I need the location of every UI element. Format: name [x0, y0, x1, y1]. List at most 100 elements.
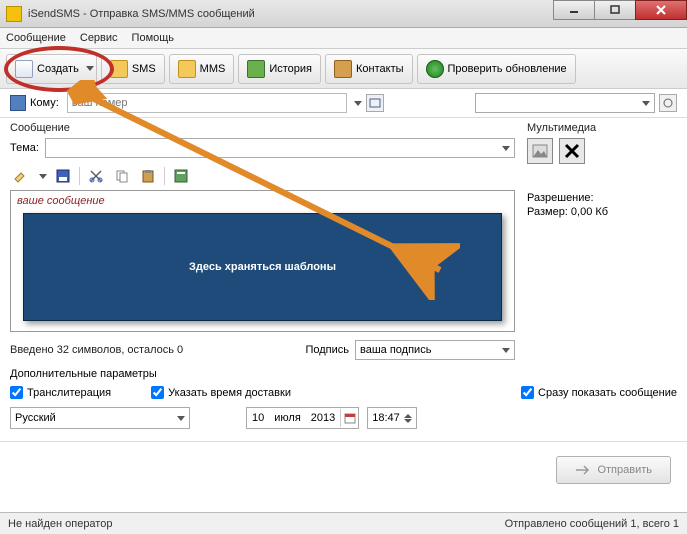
- translit-input[interactable]: [10, 386, 23, 399]
- maximize-button[interactable]: [594, 0, 636, 20]
- status-left: Не найден оператор: [8, 518, 112, 530]
- time-value: 18:47: [372, 412, 400, 424]
- close-button[interactable]: [635, 0, 687, 20]
- chevron-down-icon[interactable]: [354, 101, 362, 106]
- add-recipient-button[interactable]: [366, 94, 384, 112]
- new-icon: [15, 60, 33, 78]
- template-button[interactable]: [171, 166, 191, 186]
- menu-message[interactable]: Сообщение: [6, 32, 66, 44]
- chevron-down-icon: [177, 416, 185, 421]
- translit-label: Транслитерация: [27, 387, 111, 399]
- size-label: Размер: 0,00 Кб: [527, 206, 677, 218]
- calendar-icon[interactable]: [340, 409, 358, 427]
- signature-label: Подпись: [305, 344, 349, 356]
- recipient-row: Кому:: [0, 89, 687, 118]
- signature-value: ваша подпись: [360, 344, 431, 356]
- theme-combo[interactable]: [45, 138, 515, 158]
- send-button[interactable]: Отправить: [556, 456, 671, 484]
- date-picker[interactable]: 10 июля 2013: [246, 407, 359, 429]
- date-year: 2013: [306, 412, 340, 424]
- callout-text: Здесь храняться шаблоны: [189, 261, 336, 273]
- save-button[interactable]: [53, 166, 73, 186]
- language-value: Русский: [15, 412, 56, 424]
- titlebar: iSendSMS - Отправка SMS/MMS сообщений: [0, 0, 687, 28]
- delivery-time-input[interactable]: [151, 386, 164, 399]
- menu-help[interactable]: Помощь: [132, 32, 175, 44]
- create-button[interactable]: Создать: [6, 54, 97, 84]
- copy-button[interactable]: [112, 166, 132, 186]
- multimedia-section-label: Мультимедиа: [527, 122, 677, 134]
- contacts-label: Контакты: [356, 63, 404, 75]
- date-day: 10: [247, 412, 269, 424]
- check-update-button[interactable]: Проверить обновление: [417, 54, 576, 84]
- show-now-label: Сразу показать сообщение: [538, 387, 677, 399]
- eraser-icon: [13, 169, 27, 183]
- sms-icon: [110, 60, 128, 78]
- copy-icon: [115, 169, 129, 183]
- delivery-time-label: Указать время доставки: [168, 387, 291, 399]
- time-picker[interactable]: 18:47: [367, 407, 417, 429]
- recipient-label: Кому:: [30, 97, 59, 109]
- send-label: Отправить: [597, 464, 652, 476]
- undo-button[interactable]: [10, 166, 30, 186]
- paste-icon: [141, 169, 155, 183]
- recipient-icon: [10, 95, 26, 111]
- translit-checkbox[interactable]: Транслитерация: [10, 386, 111, 399]
- show-now-checkbox[interactable]: Сразу показать сообщение: [521, 386, 677, 399]
- scissors-icon: [89, 169, 103, 183]
- theme-label: Тема:: [10, 142, 39, 154]
- create-label: Создать: [37, 63, 79, 75]
- status-right: Отправлено сообщений 1, всего 1: [505, 518, 679, 530]
- app-icon: [6, 6, 22, 22]
- date-month: июля: [269, 412, 306, 424]
- time-spinner[interactable]: [404, 414, 412, 423]
- contacts-button[interactable]: Контакты: [325, 54, 413, 84]
- chevron-down-icon: [642, 101, 650, 106]
- chevron-down-icon[interactable]: [39, 174, 47, 179]
- gear-icon: [662, 97, 674, 109]
- signature-select[interactable]: ваша подпись: [355, 340, 515, 360]
- resolution-label: Разрешение:: [527, 192, 677, 204]
- toolbar: Создать SMS MMS История Контакты Провери…: [0, 49, 687, 89]
- mms-icon: [178, 60, 196, 78]
- update-icon: [426, 60, 444, 78]
- template-icon: [174, 169, 188, 183]
- mms-button[interactable]: MMS: [169, 54, 235, 84]
- sms-button[interactable]: SMS: [101, 54, 165, 84]
- callout-overlay: Здесь храняться шаблоны: [23, 213, 502, 321]
- chevron-down-icon: [502, 146, 510, 151]
- media-info: Разрешение: Размер: 0,00 Кб: [527, 192, 677, 218]
- cut-button[interactable]: [86, 166, 106, 186]
- history-icon: [247, 60, 265, 78]
- contacts-icon: [334, 60, 352, 78]
- add-media-button[interactable]: [527, 138, 553, 164]
- menubar: Сообщение Сервис Помощь: [0, 28, 687, 49]
- show-now-input[interactable]: [521, 386, 534, 399]
- paste-button[interactable]: [138, 166, 158, 186]
- window-title: iSendSMS - Отправка SMS/MMS сообщений: [28, 8, 554, 20]
- params-header: Дополнительные параметры: [10, 368, 677, 380]
- statusbar: Не найден оператор Отправлено сообщений …: [0, 512, 687, 534]
- message-section-label: Сообщение: [10, 122, 515, 134]
- image-icon: [531, 142, 549, 160]
- message-textarea[interactable]: ваше сообщение Здесь храняться шаблоны: [10, 190, 515, 332]
- menu-service[interactable]: Сервис: [80, 32, 118, 44]
- check-update-label: Проверить обновление: [448, 63, 567, 75]
- recipient-input[interactable]: [67, 93, 347, 113]
- card-icon: [369, 97, 381, 109]
- minimize-button[interactable]: [553, 0, 595, 20]
- mms-label: MMS: [200, 63, 226, 75]
- profile-action-button[interactable]: [659, 94, 677, 112]
- history-button[interactable]: История: [238, 54, 321, 84]
- chevron-down-icon: [502, 348, 510, 353]
- send-icon: [575, 464, 591, 476]
- chevron-down-icon: [86, 66, 94, 71]
- history-label: История: [269, 63, 312, 75]
- profile-combo[interactable]: [475, 93, 655, 113]
- language-select[interactable]: Русский: [10, 407, 190, 429]
- char-count: Введено 32 символов, осталось 0: [10, 344, 183, 356]
- remove-media-button[interactable]: [559, 138, 585, 164]
- sms-label: SMS: [132, 63, 156, 75]
- delivery-time-checkbox[interactable]: Указать время доставки: [151, 386, 291, 399]
- message-placeholder: ваше сообщение: [11, 191, 514, 211]
